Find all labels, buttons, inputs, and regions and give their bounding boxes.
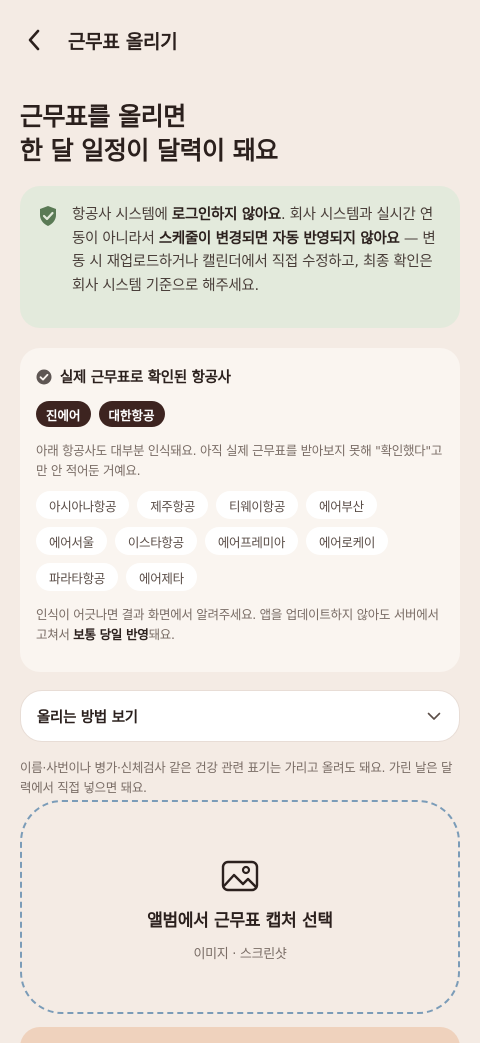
top-bar: 근무표 올리기 <box>0 0 480 80</box>
album-upload-dropzone[interactable]: 앨범에서 근무표 캡처 선택 이미지 · 스크린샷 <box>20 800 460 1014</box>
airline-chip: 에어제타 <box>126 563 197 591</box>
confirmed-airline-chips: 진에어 대한항공 <box>36 401 444 427</box>
confirmed-airline-chip: 대한항공 <box>98 401 165 427</box>
upload-subtitle: 이미지 · 스크린샷 <box>193 947 287 962</box>
airline-chip: 에어프레미아 <box>204 527 299 555</box>
airline-chip: 아시아나항공 <box>36 491 130 519</box>
chevron-left-icon <box>28 29 40 51</box>
chevron-down-icon <box>427 712 441 720</box>
sync-notice: 항공사 시스템에 로그인하지 않아요. 회사 시스템과 실시간 연동이 아니라서… <box>20 186 460 328</box>
confirmed-airlines-heading: 실제 근무표로 확인된 항공사 <box>36 366 444 387</box>
airline-chip: 티웨이항공 <box>216 491 299 519</box>
airline-chip: 에어로케이 <box>306 527 389 555</box>
image-icon <box>221 860 259 892</box>
hero-heading: 근무표를 올리면 한 달 일정이 달력이 돼요 <box>20 100 460 168</box>
airline-chip: 이스타항공 <box>114 527 197 555</box>
upload-title: 앨범에서 근무표 캡처 선택 <box>147 911 333 931</box>
howto-label: 올리는 방법 보기 <box>37 709 138 726</box>
other-airlines-description: 아래 항공사도 대부분 인식돼요. 아직 실제 근무표를 받아보지 못해 "확인… <box>36 443 443 478</box>
recognition-feedback-note: 인식이 어긋나면 결과 화면에서 알려주세요. 앱을 업데이트하지 않아도 서버… <box>36 607 439 642</box>
check-circle-icon <box>36 369 52 384</box>
page-title: 근무표 올리기 <box>68 30 178 53</box>
hero-line-1: 근무표를 올리면 <box>20 102 186 131</box>
airline-chip: 에어서울 <box>36 527 107 555</box>
other-airline-chips: 아시아나항공 제주항공 티웨이항공 에어부산 에어서울 이스타항공 에어프레미아… <box>36 491 416 591</box>
privacy-hint: 이름·사번이나 병가·신체검사 같은 건강 관련 표기는 가리고 올려도 돼요.… <box>20 760 453 795</box>
bottom-sheet-peek <box>20 1027 460 1043</box>
shield-check-icon <box>40 206 56 226</box>
airline-chip: 에어부산 <box>306 491 377 519</box>
hero-line-2: 한 달 일정이 달력이 돼요 <box>20 136 278 165</box>
supported-airlines-card: 실제 근무표로 확인된 항공사 진에어 대한항공 아래 항공사도 대부분 인식돼… <box>20 348 460 672</box>
back-button[interactable] <box>18 24 50 56</box>
airline-chip: 제주항공 <box>137 491 209 519</box>
airline-chip: 파라타항공 <box>36 563 119 591</box>
notice-text: 항공사 시스템에 로그인하지 않아요. 회사 시스템과 실시간 연동이 아니라서… <box>72 207 436 294</box>
howto-accordion[interactable]: 올리는 방법 보기 <box>20 690 460 742</box>
confirmed-airline-chip: 진에어 <box>36 401 91 427</box>
